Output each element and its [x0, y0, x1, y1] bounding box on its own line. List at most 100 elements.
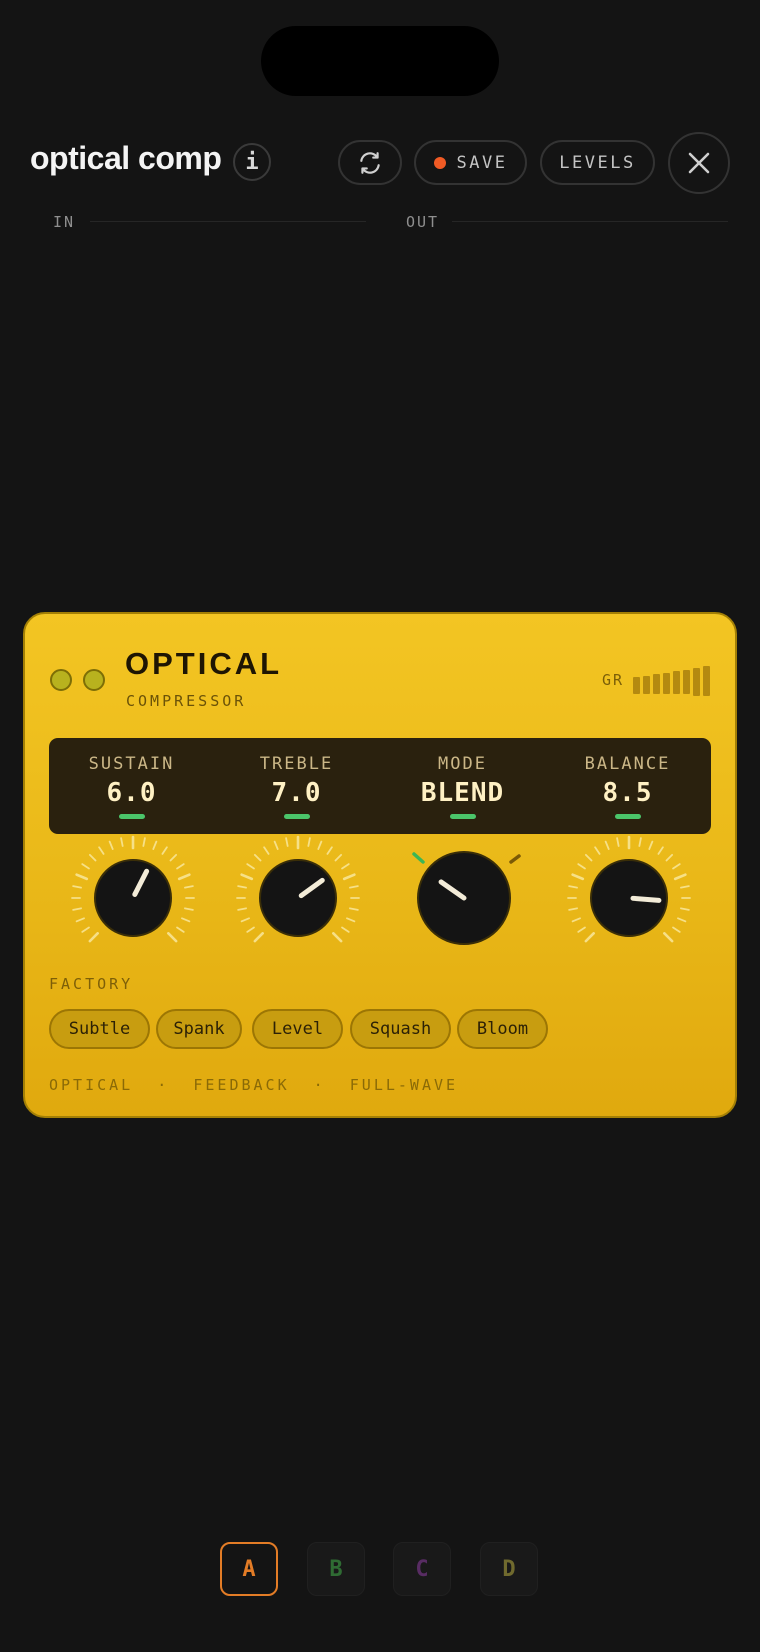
knob-tick [326, 846, 333, 855]
input-meter [90, 221, 366, 222]
knob-tick [240, 873, 254, 881]
knob-tick [568, 885, 578, 889]
knob-tick [240, 917, 250, 923]
readout-treble: TREBLE 7.0 [214, 738, 379, 834]
status-led[interactable] [83, 669, 105, 691]
plugin-panel: OPTICAL COMPRESSOR GR SUSTAIN 6.0 TREBLE… [23, 612, 737, 1118]
knob-tick [638, 837, 642, 847]
gr-meter-segment [653, 674, 660, 694]
preset-bloom[interactable]: Bloom [457, 1009, 548, 1049]
knob-tick [263, 846, 270, 855]
sustain-knob[interactable] [71, 835, 195, 943]
knob-tick [349, 907, 359, 911]
readout-label: SUSTAIN [88, 754, 175, 774]
levels-button[interactable]: LEVELS [540, 140, 655, 185]
preset-subtle[interactable]: Subtle [49, 1009, 150, 1049]
gain-reduction-label: GR [602, 671, 625, 689]
slot-a-button[interactable]: A [220, 1542, 278, 1596]
knob-tick [98, 846, 105, 855]
knob-tick [75, 917, 85, 923]
knob-tick [577, 863, 586, 870]
treble-knob-body[interactable] [259, 859, 337, 937]
info-icon: i [245, 149, 259, 175]
slot-d-button[interactable]: D [480, 1542, 538, 1596]
knob-tick [161, 846, 168, 855]
knob-tick [349, 885, 359, 889]
gr-meter-segment [683, 670, 690, 694]
close-button[interactable] [668, 132, 730, 194]
knob-tick [673, 873, 687, 881]
readout-sustain: SUSTAIN 6.0 [49, 738, 214, 834]
gr-meter-segment [703, 666, 710, 696]
preset-spank[interactable]: Spank [156, 1009, 242, 1049]
gr-meter-segment [643, 676, 650, 694]
knob-tick [88, 932, 99, 943]
readout-label: BALANCE [584, 754, 671, 774]
gr-meter-segment [663, 673, 670, 694]
knob-tick [604, 840, 610, 850]
knob-tick [334, 853, 343, 862]
knob-tick [273, 840, 279, 850]
readout-mode: MODE BLEND [380, 738, 545, 834]
refresh-button[interactable] [338, 140, 402, 185]
knob-tick [176, 926, 185, 933]
knob-tick [648, 840, 654, 850]
preset-squash[interactable]: Squash [350, 1009, 451, 1049]
knob-tick [672, 863, 681, 870]
knob-tick [177, 873, 191, 881]
info-button[interactable]: i [233, 143, 271, 181]
knob-tick [341, 926, 350, 933]
sustain-knob-body[interactable] [94, 859, 172, 937]
output-meter [452, 221, 728, 222]
readout-label: TREBLE [259, 754, 334, 774]
knob-tick [253, 853, 262, 862]
knob-tick [663, 932, 674, 943]
readout-label: MODE [438, 754, 487, 774]
knob-tick [184, 907, 194, 911]
plugin-footer: OPTICAL · FEEDBACK · FULL-WAVE [49, 1076, 459, 1094]
gr-meter-segment [633, 677, 640, 694]
knob-tick [341, 863, 350, 870]
plugin-subtitle: COMPRESSOR [126, 692, 247, 710]
knob-tick [571, 917, 581, 923]
knob-tick [285, 837, 289, 847]
knob-tick [342, 873, 356, 881]
knob-tick [237, 885, 247, 889]
knob-tick [167, 932, 178, 943]
save-label: SAVE [456, 152, 508, 173]
mode-knob[interactable] [412, 851, 521, 945]
knob-tick [88, 853, 97, 862]
treble-knob[interactable] [236, 835, 360, 943]
readout-value: BLEND [420, 778, 505, 808]
levels-label: LEVELS [559, 152, 636, 173]
parameter-readout: SUSTAIN 6.0 TREBLE 7.0 MODE BLEND BALANC… [49, 738, 711, 834]
readout-indicator [118, 814, 145, 819]
knob-tick [246, 926, 255, 933]
balance-knob[interactable] [567, 835, 691, 943]
slot-c-button[interactable]: C [393, 1542, 451, 1596]
knob-tick [72, 907, 82, 911]
knob-tick [680, 907, 690, 911]
readout-indicator [614, 814, 641, 819]
knob-tick [317, 840, 323, 850]
gr-meter-segment [693, 668, 700, 696]
knob-tick [176, 863, 185, 870]
readout-indicator [283, 814, 310, 819]
knob-tick [346, 917, 356, 923]
knob-tick [571, 873, 585, 881]
readout-balance: BALANCE 8.5 [545, 738, 710, 834]
preset-level[interactable]: Level [252, 1009, 343, 1049]
record-dot-icon [433, 156, 446, 169]
page-title: optical comp [30, 140, 222, 176]
power-led[interactable] [50, 669, 72, 691]
knob-tick [81, 863, 90, 870]
gr-meter-segment [673, 671, 680, 694]
knob-tick [142, 837, 146, 847]
knob-tick [677, 917, 687, 923]
knob-tick [594, 846, 601, 855]
knob-tick [584, 932, 595, 943]
save-button[interactable]: SAVE [414, 140, 527, 185]
knob-tick [169, 853, 178, 862]
slot-b-button[interactable]: B [307, 1542, 365, 1596]
knob-tick [246, 863, 255, 870]
